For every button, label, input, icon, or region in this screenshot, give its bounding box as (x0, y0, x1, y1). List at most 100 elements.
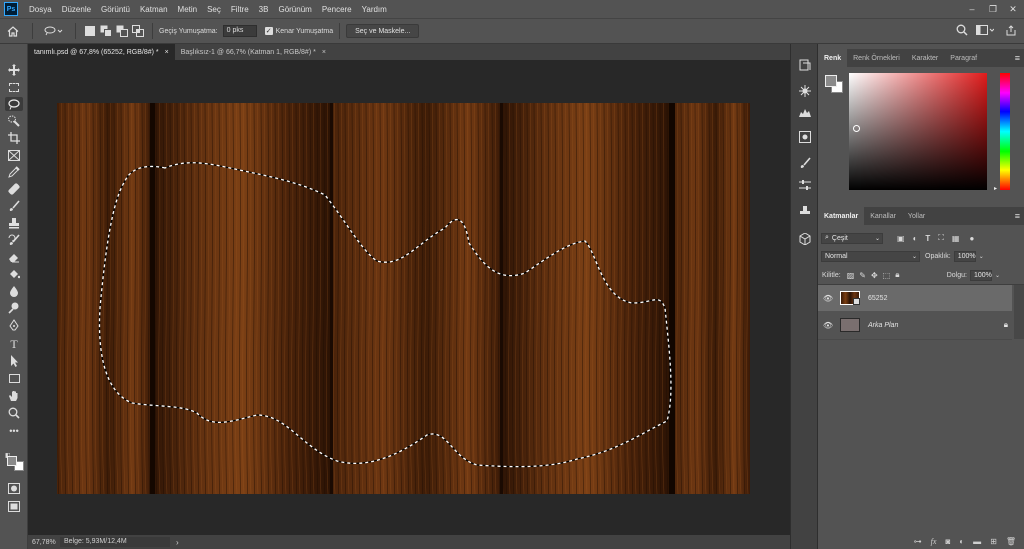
adjustment-filter-icon[interactable]: ◐ (913, 234, 918, 243)
mask-icon[interactable]: ◙ (945, 537, 950, 546)
delete-icon[interactable]: 🗑︎ (1006, 537, 1016, 546)
adjustments-panel-icon[interactable] (796, 84, 814, 98)
clone-stamp-tool-icon[interactable] (5, 216, 23, 230)
lock-position-icon[interactable]: ✥ (871, 271, 878, 280)
tab-tanimli[interactable]: tanımlı.psd @ 67,8% (65252, RGB/8#) * × (28, 44, 175, 60)
info-panel-icon[interactable] (796, 130, 814, 144)
feather-input[interactable]: 0 pks (222, 25, 257, 37)
tab-renk-ornekleri[interactable]: Renk Örnekleri (847, 49, 906, 67)
lock-transparent-icon[interactable]: ▨ (847, 271, 855, 280)
lock-image-icon[interactable]: ✎ (859, 271, 866, 280)
quick-selection-tool-icon[interactable] (5, 114, 23, 128)
path-selection-tool-icon[interactable] (5, 354, 23, 368)
layer-row-65252[interactable]: 👁︎ 65252 (818, 285, 1012, 311)
close-tab-icon[interactable]: × (165, 49, 169, 56)
subtract-selection-icon[interactable] (114, 25, 130, 37)
menu-item-6[interactable]: Filtre (226, 5, 254, 14)
new-layer-icon[interactable]: ⊞ (990, 537, 997, 546)
history-panel-icon[interactable] (796, 58, 814, 72)
shape-filter-icon[interactable]: ⛶ (938, 233, 944, 243)
crop-tool-icon[interactable] (5, 131, 23, 145)
menu-item-10[interactable]: Yardım (357, 5, 392, 14)
dodge-tool-icon[interactable] (5, 301, 23, 315)
brush-tool-icon[interactable] (5, 199, 23, 213)
intersect-selection-icon[interactable] (130, 25, 146, 37)
healing-brush-tool-icon[interactable] (5, 182, 23, 196)
visibility-eye-icon[interactable]: 👁︎ (820, 321, 836, 330)
lock-artboard-icon[interactable]: ⬚ (883, 271, 891, 280)
tab-katmanlar[interactable]: Katmanlar (818, 207, 865, 225)
chevron-right-icon[interactable]: › (176, 538, 179, 547)
properties-panel-icon[interactable] (796, 178, 814, 192)
menu-item-5[interactable]: Seç (202, 5, 226, 14)
tab-kanallar[interactable]: Kanallar (864, 207, 902, 225)
add-selection-icon[interactable] (98, 25, 114, 37)
lock-all-icon[interactable]: 🔒︎ (895, 270, 899, 280)
restore-icon[interactable]: ❐ (985, 0, 1001, 18)
panel-menu-icon[interactable]: ≡ (1015, 53, 1020, 63)
filter-toggle-icon[interactable]: ● (969, 234, 974, 243)
menu-item-3[interactable]: Katman (135, 5, 173, 14)
more-tools-icon[interactable]: ••• (5, 424, 23, 438)
minimize-icon[interactable]: – (964, 0, 980, 18)
pen-tool-icon[interactable] (5, 318, 23, 332)
fill-input[interactable]: 100% (969, 269, 992, 281)
lasso-tool-icon[interactable] (5, 97, 23, 111)
menu-item-4[interactable]: Metin (173, 5, 203, 14)
pixel-filter-icon[interactable]: ▣ (897, 234, 905, 243)
hand-tool-icon[interactable] (5, 389, 23, 403)
smart-object-filter-icon[interactable]: ▦ (952, 234, 960, 243)
menu-item-9[interactable]: Pencere (317, 5, 357, 14)
chevron-down-icon[interactable]: ⌄ (995, 272, 1000, 279)
chevron-down-icon[interactable]: ⌄ (979, 253, 984, 260)
document-info[interactable]: Belge: 5,93M/12,4M (60, 537, 170, 547)
type-tool-icon[interactable]: T (5, 337, 23, 351)
move-tool-icon[interactable] (5, 63, 23, 77)
new-selection-icon[interactable] (82, 26, 98, 36)
photoshop-logo-icon[interactable]: Ps (4, 2, 18, 16)
marquee-tool-icon[interactable] (5, 80, 23, 94)
history-brush-tool-icon[interactable] (5, 233, 23, 247)
search-icon[interactable] (956, 24, 968, 36)
lock-icon[interactable]: 🔒︎ (1004, 320, 1008, 330)
blur-tool-icon[interactable] (5, 284, 23, 298)
document-canvas[interactable] (57, 103, 750, 494)
tab-renk[interactable]: Renk (818, 49, 848, 67)
hue-slider[interactable] (1000, 73, 1010, 190)
link-icon[interactable]: ⊶ (914, 537, 922, 546)
menu-item-8[interactable]: Görünüm (273, 5, 316, 14)
antialias-checkbox[interactable]: ✓ Kenar Yumuşatma (264, 27, 333, 35)
layers-scrollbar[interactable] (1014, 285, 1024, 339)
zoom-tool-icon[interactable] (5, 406, 23, 420)
workspace-icon[interactable] (976, 25, 994, 35)
close-tab-icon[interactable]: × (322, 49, 326, 56)
visibility-eye-icon[interactable]: 👁︎ (820, 294, 836, 303)
eraser-tool-icon[interactable] (5, 250, 23, 264)
menu-item-7[interactable]: 3B (254, 5, 274, 14)
menu-item-1[interactable]: Düzenle (57, 5, 96, 14)
select-and-mask-button[interactable]: Seç ve Maskele... (346, 24, 420, 38)
tab-paragraf[interactable]: Paragraf (944, 49, 983, 67)
paint-bucket-tool-icon[interactable] (5, 267, 23, 281)
blend-mode-select[interactable]: Normal ⌄ (821, 250, 920, 262)
layer-filter-select[interactable]: ⌕ Çeşit ⌄ (821, 232, 883, 244)
tab-basliksiz-1[interactable]: Başlıksız-1 @ 66,7% (Katman 1, RGB/8#) *… (175, 44, 332, 60)
foreground-color-swatch[interactable] (7, 456, 17, 466)
screen-mode-icon[interactable] (5, 499, 23, 513)
hue-slider-arrow-icon[interactable]: ▸ (994, 185, 997, 192)
opacity-input[interactable]: 100% (953, 250, 976, 262)
quick-mask-icon[interactable] (5, 481, 23, 495)
eyedropper-tool-icon[interactable] (5, 165, 23, 179)
rectangle-tool-icon[interactable] (5, 371, 23, 385)
group-icon[interactable]: ▬ (973, 537, 981, 546)
menu-item-0[interactable]: Dosya (24, 5, 57, 14)
tab-karakter[interactable]: Karakter (906, 49, 944, 67)
color-picker-cursor[interactable] (853, 125, 860, 132)
clone-source-panel-icon[interactable] (796, 204, 814, 218)
close-window-icon[interactable]: ✕ (1005, 0, 1021, 18)
home-icon[interactable] (0, 25, 26, 37)
zoom-level[interactable]: 67,78% (28, 539, 58, 546)
share-icon[interactable] (1006, 25, 1016, 36)
foreground-color-swatch[interactable] (825, 75, 837, 87)
fx-icon[interactable]: fx (931, 537, 937, 546)
